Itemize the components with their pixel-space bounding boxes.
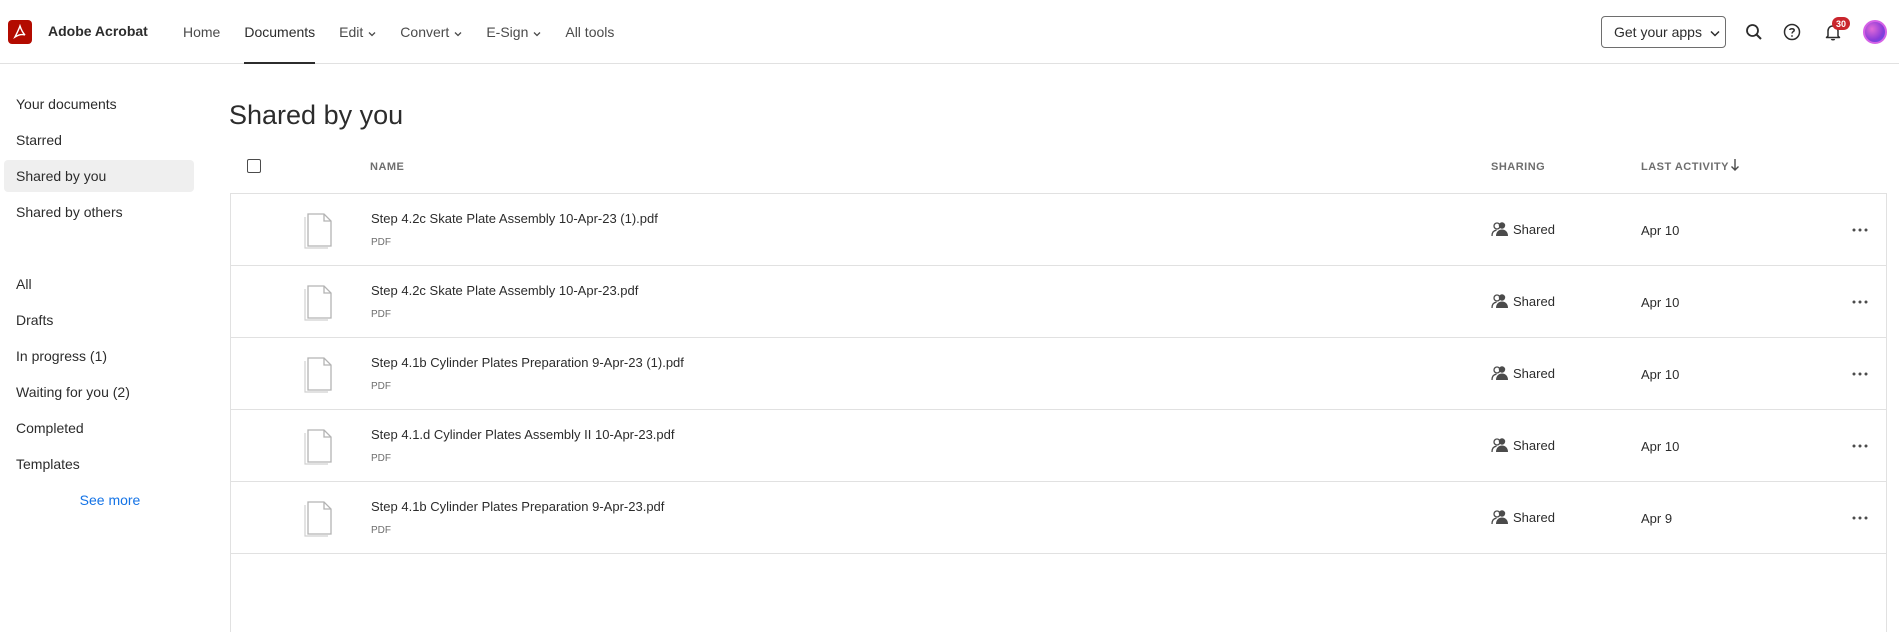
nav-documents[interactable]: Documents — [244, 0, 315, 64]
shared-people-icon — [1491, 293, 1509, 312]
table-row[interactable]: Step 4.1b Cylinder Plates Preparation 9-… — [231, 338, 1886, 410]
table-row[interactable]: Step 4.2c Skate Plate Assembly 10-Apr-23… — [231, 194, 1886, 266]
nav-all-tools-label: All tools — [565, 24, 615, 40]
pdf-file-icon — [303, 499, 335, 540]
more-options-icon[interactable] — [1848, 434, 1872, 458]
sharing-status: Shared — [1513, 222, 1555, 237]
nav-documents-label: Documents — [244, 24, 316, 40]
file-type: PDF — [371, 237, 391, 248]
sidebar-item-drafts[interactable]: Drafts — [4, 304, 194, 336]
chevron-down-icon — [533, 24, 541, 40]
more-options-icon[interactable] — [1848, 218, 1872, 242]
acrobat-logo-icon[interactable] — [8, 20, 32, 44]
nav-edit[interactable]: Edit — [339, 0, 376, 64]
table-row[interactable]: Step 4.1.d Cylinder Plates Assembly II 1… — [231, 410, 1886, 482]
table-header: NAME SHARING LAST ACTIVITY — [230, 156, 1887, 180]
avatar[interactable] — [1863, 20, 1887, 44]
main-nav: Home Documents Edit Convert E-Sign All t… — [183, 0, 638, 64]
last-activity-date: Apr 9 — [1641, 511, 1673, 526]
top-bar: Adobe Acrobat Home Documents Edit Conver… — [0, 0, 1899, 64]
table-row[interactable]: Step 4.1b Cylinder Plates Preparation 9-… — [231, 482, 1886, 554]
app-name: Adobe Acrobat — [48, 23, 148, 39]
file-type: PDF — [371, 525, 391, 536]
see-more-link[interactable]: See more — [0, 492, 220, 508]
pdf-file-icon — [303, 355, 335, 396]
shared-people-icon — [1491, 365, 1509, 384]
nav-esign-label: E-Sign — [486, 24, 529, 40]
pdf-file-icon — [303, 283, 335, 324]
get-your-apps-button[interactable]: Get your apps — [1601, 16, 1726, 48]
shared-people-icon — [1491, 509, 1509, 528]
column-header-name[interactable]: NAME — [370, 161, 404, 173]
sharing-status: Shared — [1513, 294, 1555, 309]
help-icon[interactable] — [1780, 20, 1804, 44]
more-options-icon[interactable] — [1848, 506, 1872, 530]
file-name[interactable]: Step 4.1.d Cylinder Plates Assembly II 1… — [371, 427, 675, 442]
sidebar-item-completed[interactable]: Completed — [4, 412, 194, 444]
sidebar-item-templates[interactable]: Templates — [4, 448, 194, 480]
chevron-down-icon — [1710, 24, 1720, 40]
nav-edit-label: Edit — [339, 24, 364, 40]
nav-convert[interactable]: Convert — [400, 0, 462, 64]
nav-home[interactable]: Home — [183, 0, 220, 64]
select-all-checkbox[interactable] — [247, 159, 261, 173]
sidebar-item-in-progress[interactable]: In progress (1) — [4, 340, 194, 372]
pdf-file-icon — [303, 211, 335, 252]
chevron-down-icon — [368, 24, 376, 40]
sidebar-item-shared-by-others[interactable]: Shared by others — [4, 196, 194, 228]
file-name[interactable]: Step 4.2c Skate Plate Assembly 10-Apr-23… — [371, 211, 658, 226]
table-row[interactable]: Step 4.2c Skate Plate Assembly 10-Apr-23… — [231, 266, 1886, 338]
shared-people-icon — [1491, 437, 1509, 456]
last-activity-date: Apr 10 — [1641, 223, 1680, 238]
more-options-icon[interactable] — [1848, 362, 1872, 386]
pdf-file-icon — [303, 427, 335, 468]
last-activity-date: Apr 10 — [1641, 367, 1680, 382]
chevron-down-icon — [454, 24, 462, 40]
more-options-icon[interactable] — [1848, 290, 1872, 314]
file-type: PDF — [371, 309, 391, 320]
sidebar-item-all[interactable]: All — [4, 268, 194, 300]
column-header-last-activity[interactable]: LAST ACTIVITY — [1641, 161, 1729, 173]
search-icon[interactable] — [1742, 20, 1766, 44]
sidebar-item-starred[interactable]: Starred — [4, 124, 194, 156]
column-header-sharing[interactable]: SHARING — [1491, 161, 1545, 173]
file-name[interactable]: Step 4.1b Cylinder Plates Preparation 9-… — [371, 355, 684, 370]
file-type: PDF — [371, 453, 391, 464]
sidebar-item-your-documents[interactable]: Your documents — [4, 88, 194, 120]
sidebar-item-shared-by-you[interactable]: Shared by you — [4, 160, 194, 192]
sidebar-item-waiting-for-you[interactable]: Waiting for you (2) — [4, 376, 194, 408]
file-type: PDF — [371, 381, 391, 392]
nav-all-tools[interactable]: All tools — [565, 0, 614, 64]
notification-badge: 30 — [1832, 17, 1850, 30]
file-name[interactable]: Step 4.2c Skate Plate Assembly 10-Apr-23… — [371, 283, 638, 298]
file-name[interactable]: Step 4.1b Cylinder Plates Preparation 9-… — [371, 499, 664, 514]
nav-home-label: Home — [183, 24, 221, 40]
sharing-status: Shared — [1513, 510, 1555, 525]
sharing-status: Shared — [1513, 438, 1555, 453]
page-title: Shared by you — [229, 100, 404, 130]
sort-descending-icon[interactable] — [1730, 158, 1740, 175]
shared-people-icon — [1491, 221, 1509, 240]
nav-convert-label: Convert — [400, 24, 450, 40]
last-activity-date: Apr 10 — [1641, 295, 1680, 310]
get-your-apps-label: Get your apps — [1614, 24, 1702, 40]
sidebar: Your documents Starred Shared by you Sha… — [0, 64, 200, 632]
nav-esign[interactable]: E-Sign — [486, 0, 541, 64]
documents-table: Step 4.2c Skate Plate Assembly 10-Apr-23… — [230, 193, 1887, 632]
last-activity-date: Apr 10 — [1641, 439, 1680, 454]
sharing-status: Shared — [1513, 366, 1555, 381]
